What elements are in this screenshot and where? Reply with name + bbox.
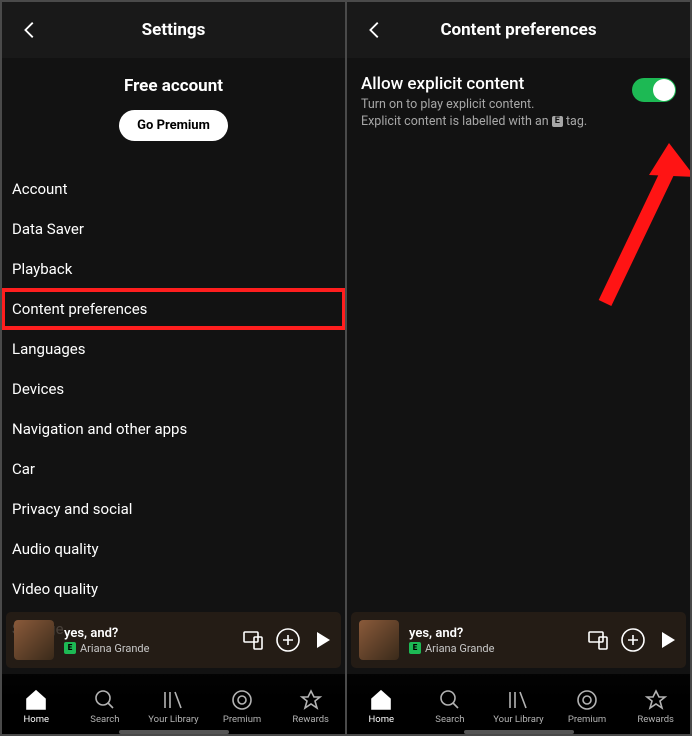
- now-playing-bar[interactable]: yes, and? E Ariana Grande: [351, 612, 686, 668]
- toggle-heading: Allow explicit content: [361, 74, 622, 94]
- settings-item-playback[interactable]: Playback: [2, 249, 345, 289]
- explicit-badge-icon: E: [64, 642, 76, 654]
- go-premium-button[interactable]: Go Premium: [119, 110, 228, 141]
- nav-label: Your Library: [148, 714, 198, 725]
- track-info: yes, and? E Ariana Grande: [409, 626, 576, 655]
- nav-label: Premium: [223, 714, 261, 725]
- nav-premium[interactable]: Premium: [553, 688, 622, 725]
- library-icon: [506, 688, 530, 712]
- settings-item-devices[interactable]: Devices: [2, 369, 345, 409]
- nav-rewards[interactable]: Rewards: [621, 688, 690, 725]
- track-artist: Ariana Grande: [425, 642, 494, 655]
- add-to-playlist-icon[interactable]: [620, 627, 646, 653]
- search-icon: [93, 688, 117, 712]
- explicit-tag-icon: E: [552, 116, 563, 127]
- premium-icon: [575, 688, 599, 712]
- account-type-label: Free account: [2, 76, 345, 96]
- explicit-toggle[interactable]: [632, 78, 676, 102]
- settings-item-audio-quality[interactable]: Audio quality: [2, 529, 345, 569]
- rewards-icon: [299, 688, 323, 712]
- bottom-nav: Home Search Your Library Premium Rewards: [2, 674, 345, 734]
- add-to-playlist-icon[interactable]: [275, 627, 301, 653]
- nav-home[interactable]: Home: [2, 688, 71, 725]
- settings-item-data-saver[interactable]: Data Saver: [2, 209, 345, 249]
- nav-premium[interactable]: Premium: [208, 688, 277, 725]
- settings-item-languages[interactable]: Languages: [2, 329, 345, 369]
- rewards-icon: [644, 688, 668, 712]
- nav-search[interactable]: Search: [71, 688, 140, 725]
- account-header: Free account Go Premium: [2, 58, 345, 147]
- page-title: Content preferences: [359, 20, 678, 40]
- nav-search[interactable]: Search: [416, 688, 485, 725]
- connect-device-icon[interactable]: [586, 629, 610, 651]
- bottom-nav: Home Search Your Library Premium Rewards: [347, 674, 690, 734]
- home-indicator: [464, 730, 574, 734]
- home-icon: [369, 688, 393, 712]
- nav-label: Home: [24, 714, 50, 725]
- nav-your-library[interactable]: Your Library: [484, 688, 553, 725]
- annotation-arrow-icon: [585, 143, 690, 313]
- settings-item-account[interactable]: Account: [2, 169, 345, 209]
- play-button[interactable]: [311, 629, 333, 651]
- now-playing-bar[interactable]: yes, and? E Ariana Grande: [6, 612, 341, 668]
- album-art: [359, 620, 399, 660]
- toggle-knob: [653, 79, 675, 101]
- toggle-subtext: Turn on to play explicit content. Explic…: [361, 97, 622, 131]
- settings-item-car[interactable]: Car: [2, 449, 345, 489]
- nav-label: Rewards: [637, 714, 674, 725]
- search-icon: [438, 688, 462, 712]
- premium-icon: [230, 688, 254, 712]
- settings-screen: Settings Free account Go Premium Account…: [2, 2, 345, 734]
- home-icon: [24, 688, 48, 712]
- nav-label: Home: [369, 714, 395, 725]
- settings-item-video-quality[interactable]: Video quality: [2, 569, 345, 609]
- nav-label: Premium: [568, 714, 606, 725]
- album-art: [14, 620, 54, 660]
- settings-item-content-preferences[interactable]: Content preferences: [2, 289, 345, 329]
- track-info: yes, and? E Ariana Grande: [64, 626, 231, 655]
- nav-your-library[interactable]: Your Library: [139, 688, 208, 725]
- nav-label: Your Library: [493, 714, 543, 725]
- nav-label: Search: [90, 714, 119, 725]
- topbar: Content preferences: [347, 2, 690, 58]
- track-title: yes, and?: [64, 626, 231, 641]
- library-icon: [161, 688, 185, 712]
- content-prefs-screen: Content preferences Allow explicit conte…: [347, 2, 690, 734]
- nav-label: Search: [435, 714, 464, 725]
- explicit-content-row: Allow explicit content Turn on to play e…: [347, 58, 690, 131]
- settings-item-navigation-and-other-apps[interactable]: Navigation and other apps: [2, 409, 345, 449]
- home-indicator: [119, 730, 229, 734]
- track-title: yes, and?: [409, 626, 576, 641]
- settings-item-privacy-and-social[interactable]: Privacy and social: [2, 489, 345, 529]
- nav-home[interactable]: Home: [347, 688, 416, 725]
- nav-label: Rewards: [292, 714, 329, 725]
- topbar: Settings: [2, 2, 345, 58]
- connect-device-icon[interactable]: [241, 629, 265, 651]
- track-artist: Ariana Grande: [80, 642, 149, 655]
- explicit-badge-icon: E: [409, 642, 421, 654]
- nav-rewards[interactable]: Rewards: [276, 688, 345, 725]
- play-button[interactable]: [656, 629, 678, 651]
- page-title: Settings: [14, 20, 333, 40]
